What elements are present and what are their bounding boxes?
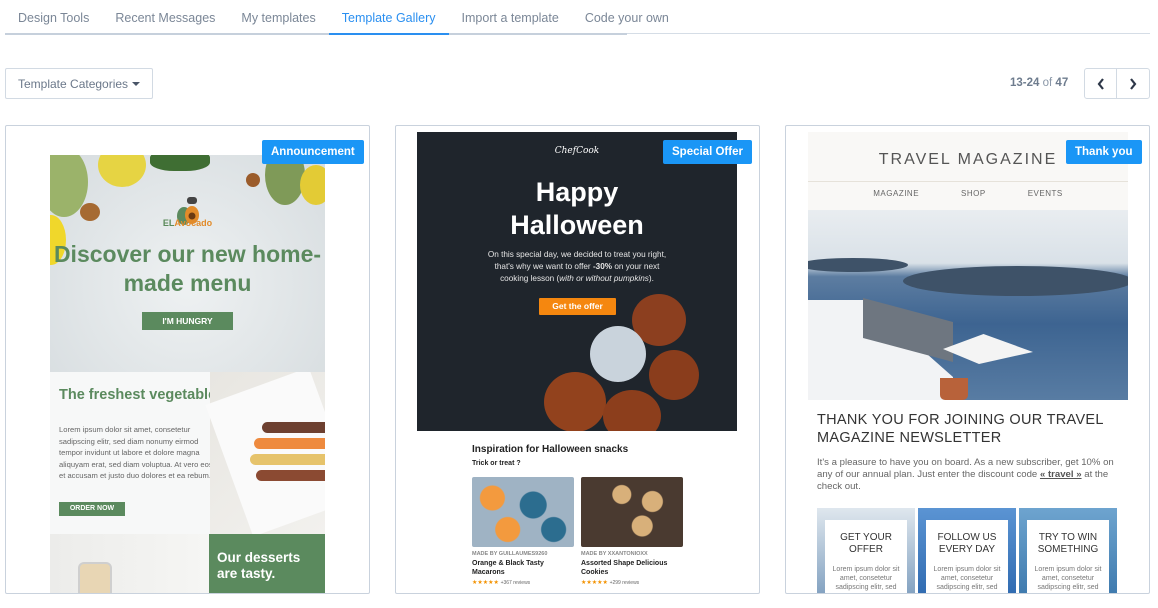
prev-page-button[interactable] <box>1085 69 1118 98</box>
tab-template-gallery[interactable]: Template Gallery <box>328 0 449 35</box>
tab-my-templates[interactable]: My templates <box>228 0 328 35</box>
tab-bar: Design Tools Recent Messages My template… <box>5 0 669 35</box>
template-preview-hero: ChefCook Happy Halloween On this special… <box>417 132 737 431</box>
template-preview-section: Inspiration for Halloween snacks Trick o… <box>417 431 737 593</box>
divider <box>627 33 1150 34</box>
tab-design-tools[interactable]: Design Tools <box>5 0 102 35</box>
template-card-special-offer[interactable]: Special Offer ChefCook Happy Halloween O… <box>395 125 760 594</box>
brand-name: ELAvocado <box>162 218 213 228</box>
pagination-info: 13-24 of 47 <box>1010 77 1068 89</box>
chevron-left-icon <box>1097 77 1104 90</box>
chevron-right-icon <box>1130 77 1137 90</box>
tab-import-template[interactable]: Import a template <box>449 0 572 35</box>
feature-tile: FOLLOW US EVERY DAY Lorem ipsum dolor sit… <box>918 508 1016 593</box>
preview-headline: Happy Halloween <box>510 177 644 240</box>
caret-down-icon <box>132 82 140 86</box>
snack-item: MADE BY XXANTONIOXX Assorted Shape Delic… <box>581 477 683 586</box>
preview-cta: Get the offer <box>539 298 616 315</box>
category-badge: Announcement <box>262 140 364 164</box>
section-subtitle: Trick or treat ? <box>472 460 521 467</box>
category-badge: Special Offer <box>663 140 752 164</box>
category-badge: Thank you <box>1066 140 1142 164</box>
dessert-title: Our desserts are tasty. <box>209 534 325 593</box>
template-card-announcement[interactable]: Announcement ELAvocado Discover our new … <box>5 125 370 594</box>
section-text: Lorem ipsum dolor sit amet, consetetur s… <box>59 425 213 480</box>
snack-item: MADE BY GUILLAUMES9260 Orange & Black Ta… <box>472 477 574 586</box>
template-categories-dropdown[interactable]: Template Categories <box>5 68 153 99</box>
dropdown-label: Template Categories <box>18 77 129 91</box>
page-range: 13-24 <box>1010 77 1040 89</box>
preview-text: On this special day, we decided to treat… <box>487 250 667 283</box>
dessert-image <box>50 534 209 593</box>
template-preview-hero: ELAvocado Discover our new home-made men… <box>50 155 325 372</box>
template-card-thank-you[interactable]: Thank you TRAVEL MAGAZINE MAGAZINE SHOP … <box>785 125 1150 594</box>
preview-headline: THANK YOU FOR JOINING OUR TRAVEL MAGAZIN… <box>817 412 1104 446</box>
pagination-controls <box>1084 68 1150 99</box>
preview-cta: I'M HUNGRY <box>142 312 233 330</box>
magazine-nav: MAGAZINE SHOP EVENTS <box>808 181 1128 198</box>
section-title: Inspiration for Halloween snacks <box>472 444 629 455</box>
section-cta: ORDER NOW <box>59 502 125 516</box>
santorini-image <box>808 210 1128 400</box>
template-preview-section: The freshest vegetables for you. Lorem i… <box>50 372 325 534</box>
preview-text: It's a pleasure to have you on board. As… <box>817 457 1114 492</box>
next-page-button[interactable] <box>1117 69 1149 98</box>
carrots-image <box>205 372 325 534</box>
page-total: 47 <box>1055 77 1069 89</box>
feature-tile: GET YOUR OFFER Lorem ipsum dolor sit amet… <box>817 508 915 593</box>
tab-code-your-own[interactable]: Code your own <box>572 0 682 35</box>
page-of: of <box>1042 77 1053 89</box>
tab-recent-messages[interactable]: Recent Messages <box>102 0 228 35</box>
preview-headline: Discover our new home-made menu <box>53 241 322 296</box>
feature-tile: TRY TO WIN SOMETHING Lorem ipsum dolor si… <box>1019 508 1117 593</box>
